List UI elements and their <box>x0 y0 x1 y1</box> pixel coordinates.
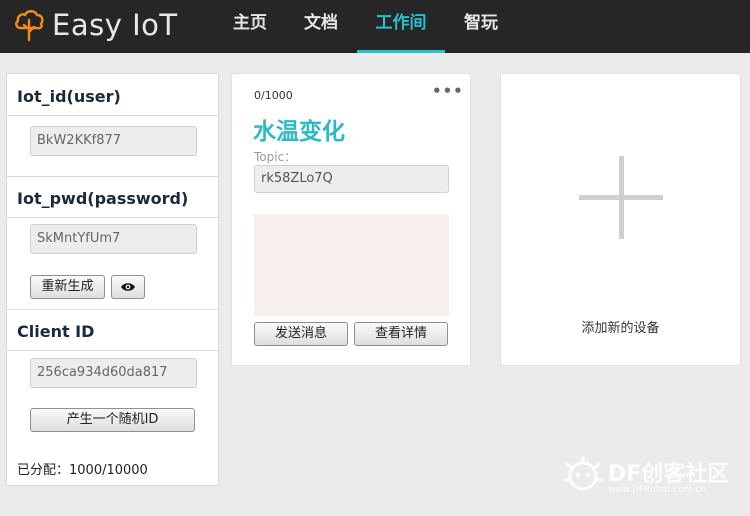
message-counter: 0/1000 <box>254 89 293 102</box>
top-navbar: Easy IoT 主页 文档 工作间 智玩 <box>0 0 750 53</box>
client-id-heading: Client ID <box>7 309 218 351</box>
credentials-panel: Iot_id(user) BkW2KKf877 Iot_pwd(password… <box>6 73 219 486</box>
nav-active-indicator <box>357 50 445 53</box>
add-device-card[interactable]: 添加新的设备 <box>500 73 741 366</box>
iot-pwd-heading: Iot_pwd(password) <box>7 176 218 218</box>
client-id-field[interactable]: 256ca934d60da817 <box>30 358 197 388</box>
device-card: 0/1000 ••• 水温变化 Topic： rk58ZLo7Q 发送消息 查看… <box>231 73 471 366</box>
generate-random-id-button[interactable]: 产生一个随机ID <box>30 408 195 432</box>
cloud-tree-icon <box>15 10 44 42</box>
iot-id-heading: Iot_id(user) <box>7 74 218 116</box>
more-options-icon[interactable]: ••• <box>432 82 464 100</box>
message-display-area <box>254 214 449 316</box>
nav-workspace[interactable]: 工作间 <box>357 0 445 53</box>
watermark: DF创客社区 www.DFRobot.com.cn <box>560 452 750 502</box>
add-device-label: 添加新的设备 <box>581 321 660 336</box>
toggle-password-button[interactable] <box>111 275 145 299</box>
device-title: 水温变化 <box>253 119 345 145</box>
nav-docs[interactable]: 文档 <box>295 0 347 53</box>
nav-home[interactable]: 主页 <box>224 0 276 53</box>
app-title: Easy IoT <box>52 8 178 42</box>
nav-smart-play[interactable]: 智玩 <box>455 0 507 53</box>
iot-pwd-field[interactable]: SkMntYfUm7 <box>30 224 197 254</box>
send-message-button[interactable]: 发送消息 <box>254 322 348 346</box>
watermark-url: www.DFRobot.com.cn <box>608 485 706 495</box>
watermark-title: DF创客社区 <box>608 462 730 487</box>
iot-id-field[interactable]: BkW2KKf877 <box>30 126 197 156</box>
eye-icon <box>121 283 135 291</box>
topic-label: Topic： <box>254 150 297 164</box>
dfrobot-logo-icon <box>563 455 603 491</box>
regenerate-button[interactable]: 重新生成 <box>30 275 105 299</box>
topic-field[interactable]: rk58ZLo7Q <box>254 165 449 193</box>
app-logo[interactable]: Easy IoT <box>14 5 178 45</box>
allocation-status: 已分配：1000/10000 <box>17 463 148 478</box>
view-details-button[interactable]: 查看详情 <box>354 322 448 346</box>
